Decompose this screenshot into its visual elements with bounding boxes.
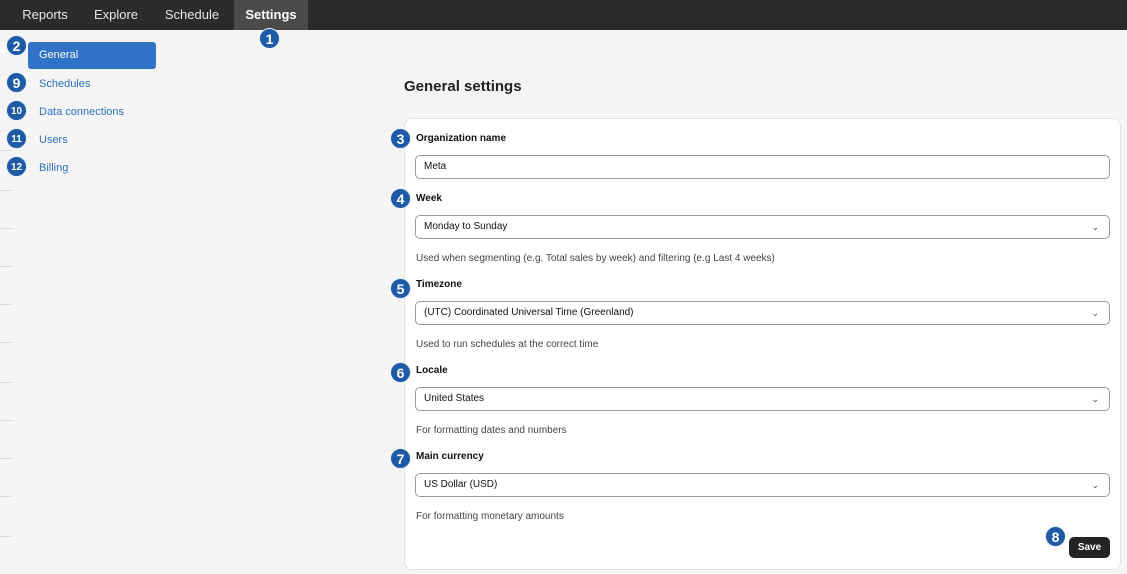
week-help-text: Used when segmenting (e.g. Total sales b…	[416, 253, 775, 264]
annotation-badge: 4	[390, 188, 411, 209]
sidebar-item-schedules[interactable]: Schedules	[28, 71, 90, 98]
locale-select[interactable]: United States ⌄	[415, 387, 1110, 411]
annotation-badge: 1	[259, 28, 280, 49]
currency-select[interactable]: US Dollar (USD) ⌄	[415, 473, 1110, 497]
timezone-select-value: (UTC) Coordinated Universal Time (Greenl…	[424, 307, 634, 318]
tab-settings[interactable]: Settings	[234, 0, 308, 30]
annotation-badge: 10	[6, 100, 27, 121]
org-name-label: Organization name	[416, 133, 507, 144]
tab-schedule[interactable]: Schedule	[154, 0, 230, 30]
chevron-down-icon: ⌄	[1091, 394, 1099, 404]
locale-label: Locale	[416, 365, 448, 376]
tab-reports[interactable]: Reports	[12, 0, 78, 30]
week-select[interactable]: Monday to Sunday ⌄	[415, 215, 1110, 239]
sidebar-item-billing[interactable]: Billing	[28, 155, 68, 182]
sidebar-item-general[interactable]: General	[28, 42, 156, 69]
org-name-input[interactable]: Meta	[415, 155, 1110, 179]
week-select-value: Monday to Sunday	[424, 221, 508, 232]
annotation-badge: 6	[390, 362, 411, 383]
sidebar-item-users[interactable]: Users	[28, 127, 68, 154]
annotation-badge: 8	[1045, 526, 1066, 547]
annotation-badge: 11	[6, 128, 27, 149]
sidebar-item-data-connections[interactable]: Data connections	[28, 99, 124, 126]
top-nav: Reports Explore Schedule Settings	[0, 0, 1127, 30]
locale-select-value: United States	[424, 393, 485, 404]
timezone-select[interactable]: (UTC) Coordinated Universal Time (Greenl…	[415, 301, 1110, 325]
chevron-down-icon: ⌄	[1091, 480, 1099, 490]
currency-select-value: US Dollar (USD)	[424, 479, 498, 490]
save-button[interactable]: Save	[1069, 537, 1110, 558]
locale-help-text: For formatting dates and numbers	[416, 425, 567, 436]
annotation-badge: 2	[6, 35, 27, 56]
annotation-badge: 3	[390, 128, 411, 149]
annotation-badge: 7	[390, 448, 411, 469]
currency-help-text: For formatting monetary amounts	[416, 511, 564, 522]
chevron-down-icon: ⌄	[1091, 308, 1099, 318]
annotation-badge: 5	[390, 278, 411, 299]
chevron-down-icon: ⌄	[1091, 222, 1099, 232]
timezone-label: Timezone	[416, 279, 462, 290]
week-label: Week	[416, 193, 442, 204]
annotation-badge: 12	[6, 156, 27, 177]
timezone-help-text: Used to run schedules at the correct tim…	[416, 339, 599, 350]
page-title: General settings	[404, 78, 522, 95]
tab-explore[interactable]: Explore	[84, 0, 148, 30]
currency-label: Main currency	[416, 451, 484, 462]
annotation-badge: 9	[6, 72, 27, 93]
